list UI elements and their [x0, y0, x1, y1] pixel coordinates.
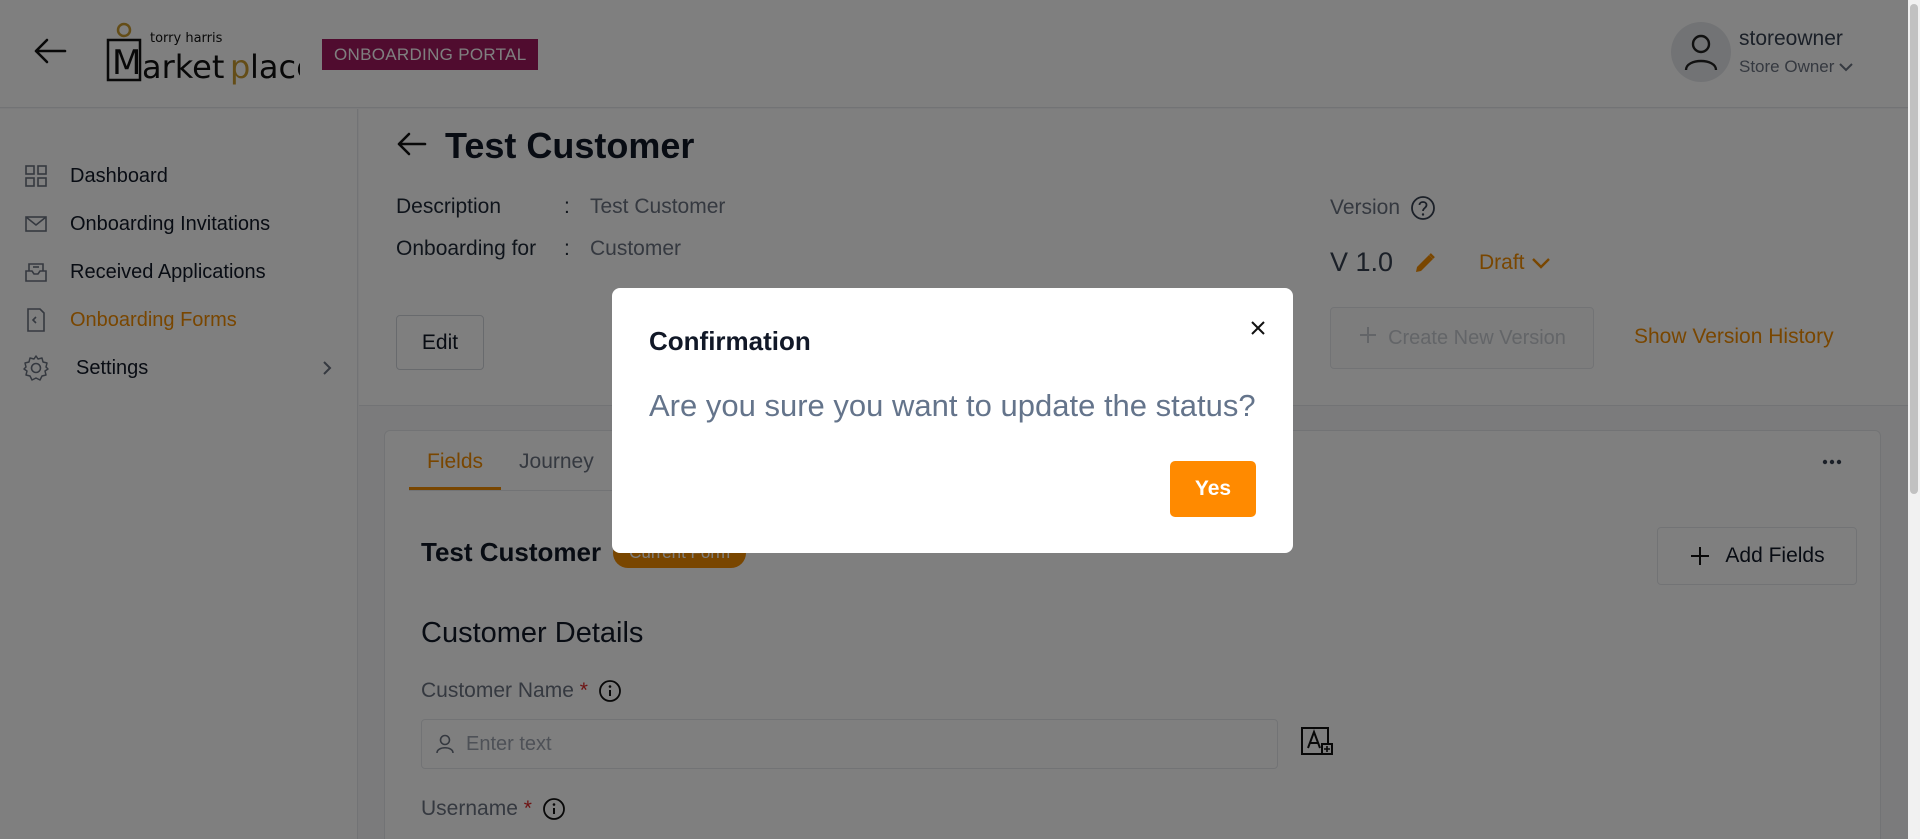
close-icon[interactable] — [1242, 312, 1274, 344]
yes-button[interactable]: Yes — [1170, 461, 1256, 517]
dialog-message: Are you sure you want to update the stat… — [649, 388, 1256, 423]
confirmation-dialog: Confirmation Are you sure you want to up… — [612, 288, 1293, 553]
page-scrollbar[interactable] — [1908, 0, 1920, 839]
scrollbar-thumb[interactable] — [1910, 4, 1918, 494]
dialog-title: Confirmation — [649, 326, 811, 356]
